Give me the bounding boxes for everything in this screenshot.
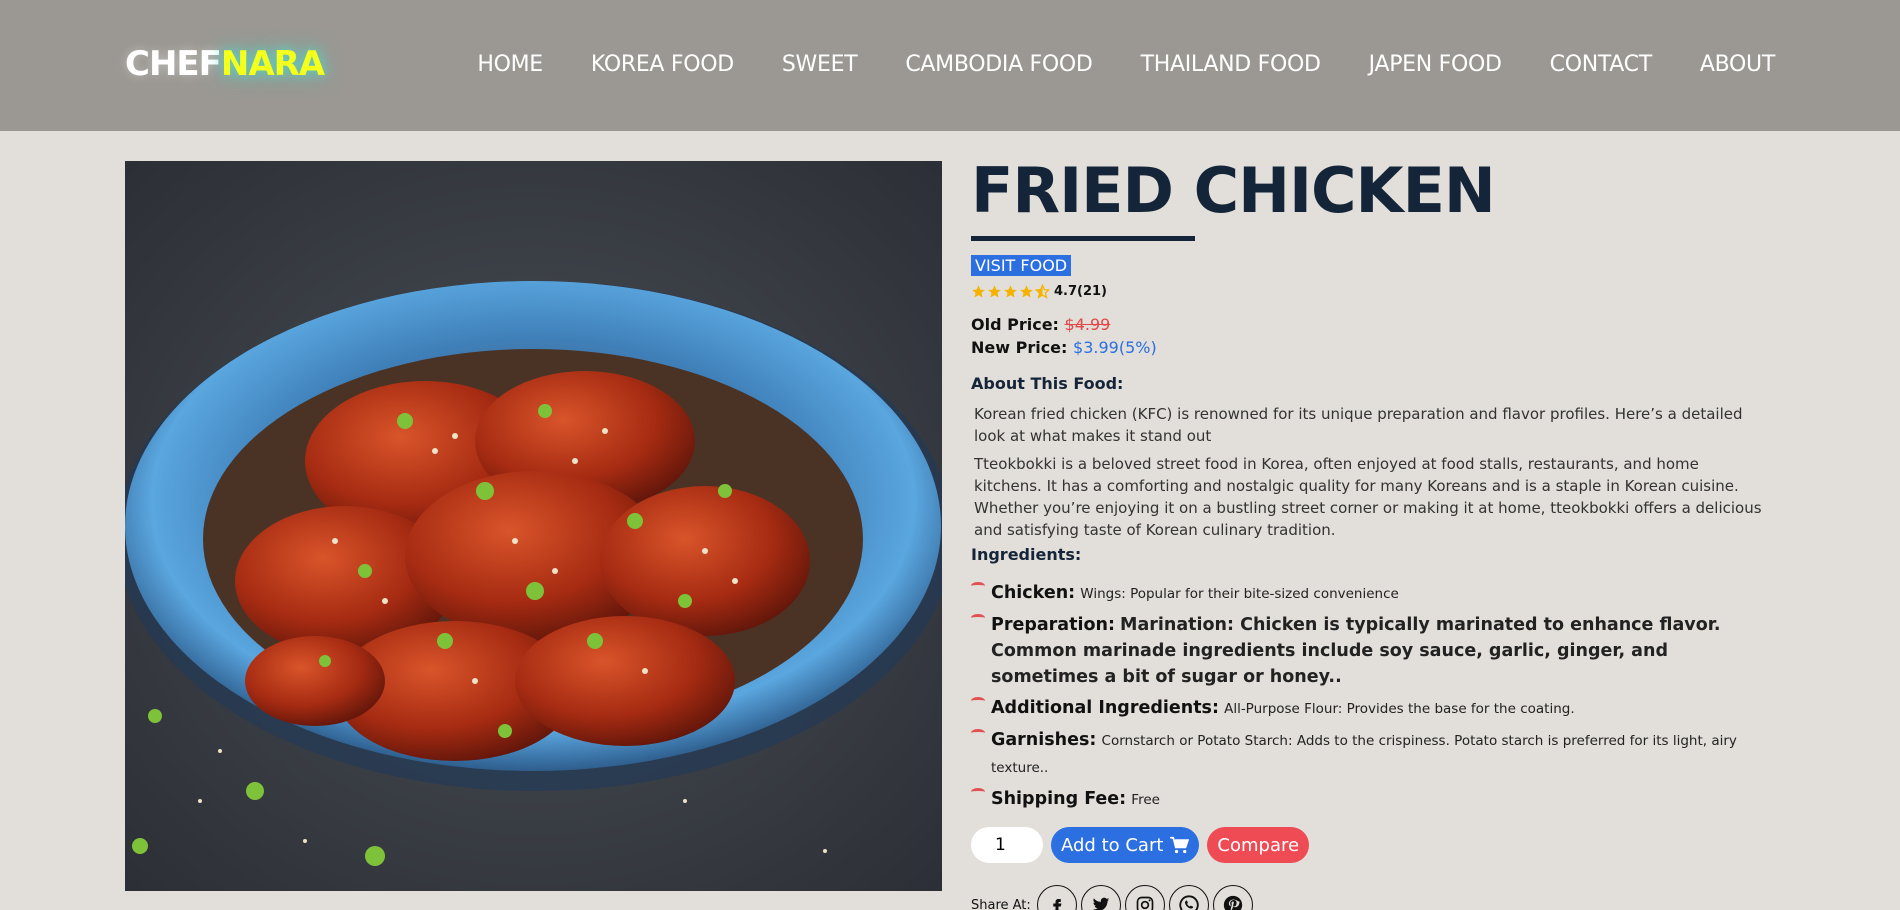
description-paragraph: Tteokbokki is a beloved street food in K…	[974, 455, 1762, 539]
add-to-cart-label: Add to Cart	[1061, 834, 1164, 856]
about-heading: About This Food:	[971, 374, 1124, 393]
bullet-icon	[971, 729, 985, 737]
nav-about[interactable]: ABOUT	[1700, 52, 1775, 77]
price-block: Old Price: $4.99 New Price: $3.99(5%)	[971, 313, 1771, 359]
star-icon	[972, 285, 985, 298]
cart-icon	[1170, 836, 1190, 854]
bullet-icon	[971, 614, 985, 622]
product-title: FRIED CHICKEN	[971, 154, 1496, 227]
star-icon	[1020, 285, 1033, 298]
ingredient-key: Garnishes:	[991, 730, 1097, 750]
site-header: CHEFNARA HOME KOREA FOOD SWEET CAMBODIA …	[0, 0, 1900, 131]
list-item: Shipping Fee: Free	[971, 786, 1771, 813]
main-nav: HOME KOREA FOOD SWEET CAMBODIA FOOD THAI…	[477, 52, 1775, 77]
compare-button[interactable]: Compare	[1207, 827, 1310, 863]
quantity-input[interactable]	[971, 827, 1043, 863]
bullet-icon	[971, 697, 985, 705]
purchase-actions: Add to Cart Compare	[971, 827, 1771, 863]
ingredient-value: Wings: Popular for their bite-sized conv…	[1080, 586, 1399, 602]
site-logo[interactable]: CHEFNARA	[125, 44, 325, 84]
food-photo	[125, 161, 942, 891]
nav-cambodia-food[interactable]: CAMBODIA FOOD	[905, 52, 1093, 77]
rating: 4.7(21)	[971, 284, 1771, 299]
instagram-icon[interactable]	[1124, 885, 1165, 910]
ingredient-value: Cornstarch or Potato Starch: Adds to the…	[991, 733, 1737, 776]
nav-japen-food[interactable]: JAPEN FOOD	[1369, 52, 1502, 77]
ingredient-value: All-Purpose Flour: Provides the base for…	[1224, 701, 1575, 717]
list-item: Chicken: Wings: Popular for their bite-s…	[971, 580, 1771, 607]
nav-sweet[interactable]: SWEET	[782, 52, 858, 77]
share-label: Share At:	[971, 897, 1031, 910]
star-icon	[988, 285, 1001, 298]
share-bar: Share At:	[971, 885, 1771, 910]
bullet-icon	[971, 788, 985, 796]
star-icon	[1004, 285, 1017, 298]
rating-text: 4.7(21)	[1054, 284, 1108, 299]
nav-home[interactable]: HOME	[477, 52, 543, 77]
ingredient-key: Chicken:	[991, 583, 1076, 603]
ingredients-list: Chicken: Wings: Popular for their bite-s…	[971, 580, 1771, 813]
pinterest-icon[interactable]	[1212, 885, 1253, 910]
ingredient-key: Shipping Fee:	[991, 789, 1127, 809]
list-item: Additional Ingredients: All-Purpose Flou…	[971, 695, 1771, 722]
old-price-value: $4.99	[1064, 315, 1111, 334]
add-to-cart-button[interactable]: Add to Cart	[1051, 827, 1200, 863]
bullet-icon	[971, 582, 985, 590]
facebook-icon[interactable]	[1036, 885, 1077, 910]
ingredient-value: Free	[1131, 792, 1160, 808]
list-item: Garnishes: Cornstarch or Potato Starch: …	[971, 727, 1771, 781]
nav-contact[interactable]: CONTACT	[1550, 52, 1653, 77]
nav-thailand-food[interactable]: THAILAND FOOD	[1141, 52, 1321, 77]
whatsapp-icon[interactable]	[1168, 885, 1209, 910]
logo-part-nara: NARA	[220, 44, 325, 84]
rating-stars	[971, 284, 1050, 299]
logo-part-chef: CHEF	[125, 44, 222, 84]
ingredients-heading: Ingredients:	[971, 545, 1082, 564]
visit-food-badge[interactable]: VISIT FOOD	[971, 255, 1072, 276]
ingredient-key: Additional Ingredients:	[991, 698, 1219, 718]
twitter-icon[interactable]	[1080, 885, 1121, 910]
description-paragraph: Korean fried chicken (KFC) is renowned f…	[974, 405, 1743, 445]
old-price-label: Old Price:	[971, 315, 1059, 334]
star-half-icon	[1035, 284, 1050, 299]
title-underline	[971, 236, 1195, 241]
new-price-value: $3.99(5%)	[1073, 338, 1157, 357]
list-item: Preparation: Marination: Chicken is typi…	[971, 612, 1771, 690]
nav-korea-food[interactable]: KOREA FOOD	[591, 52, 734, 77]
new-price-label: New Price:	[971, 338, 1068, 357]
ingredient-key: Preparation:	[991, 615, 1115, 635]
product-details: FRIED CHICKEN VISIT FOOD 4.7(21) Old Pri…	[971, 150, 1771, 910]
